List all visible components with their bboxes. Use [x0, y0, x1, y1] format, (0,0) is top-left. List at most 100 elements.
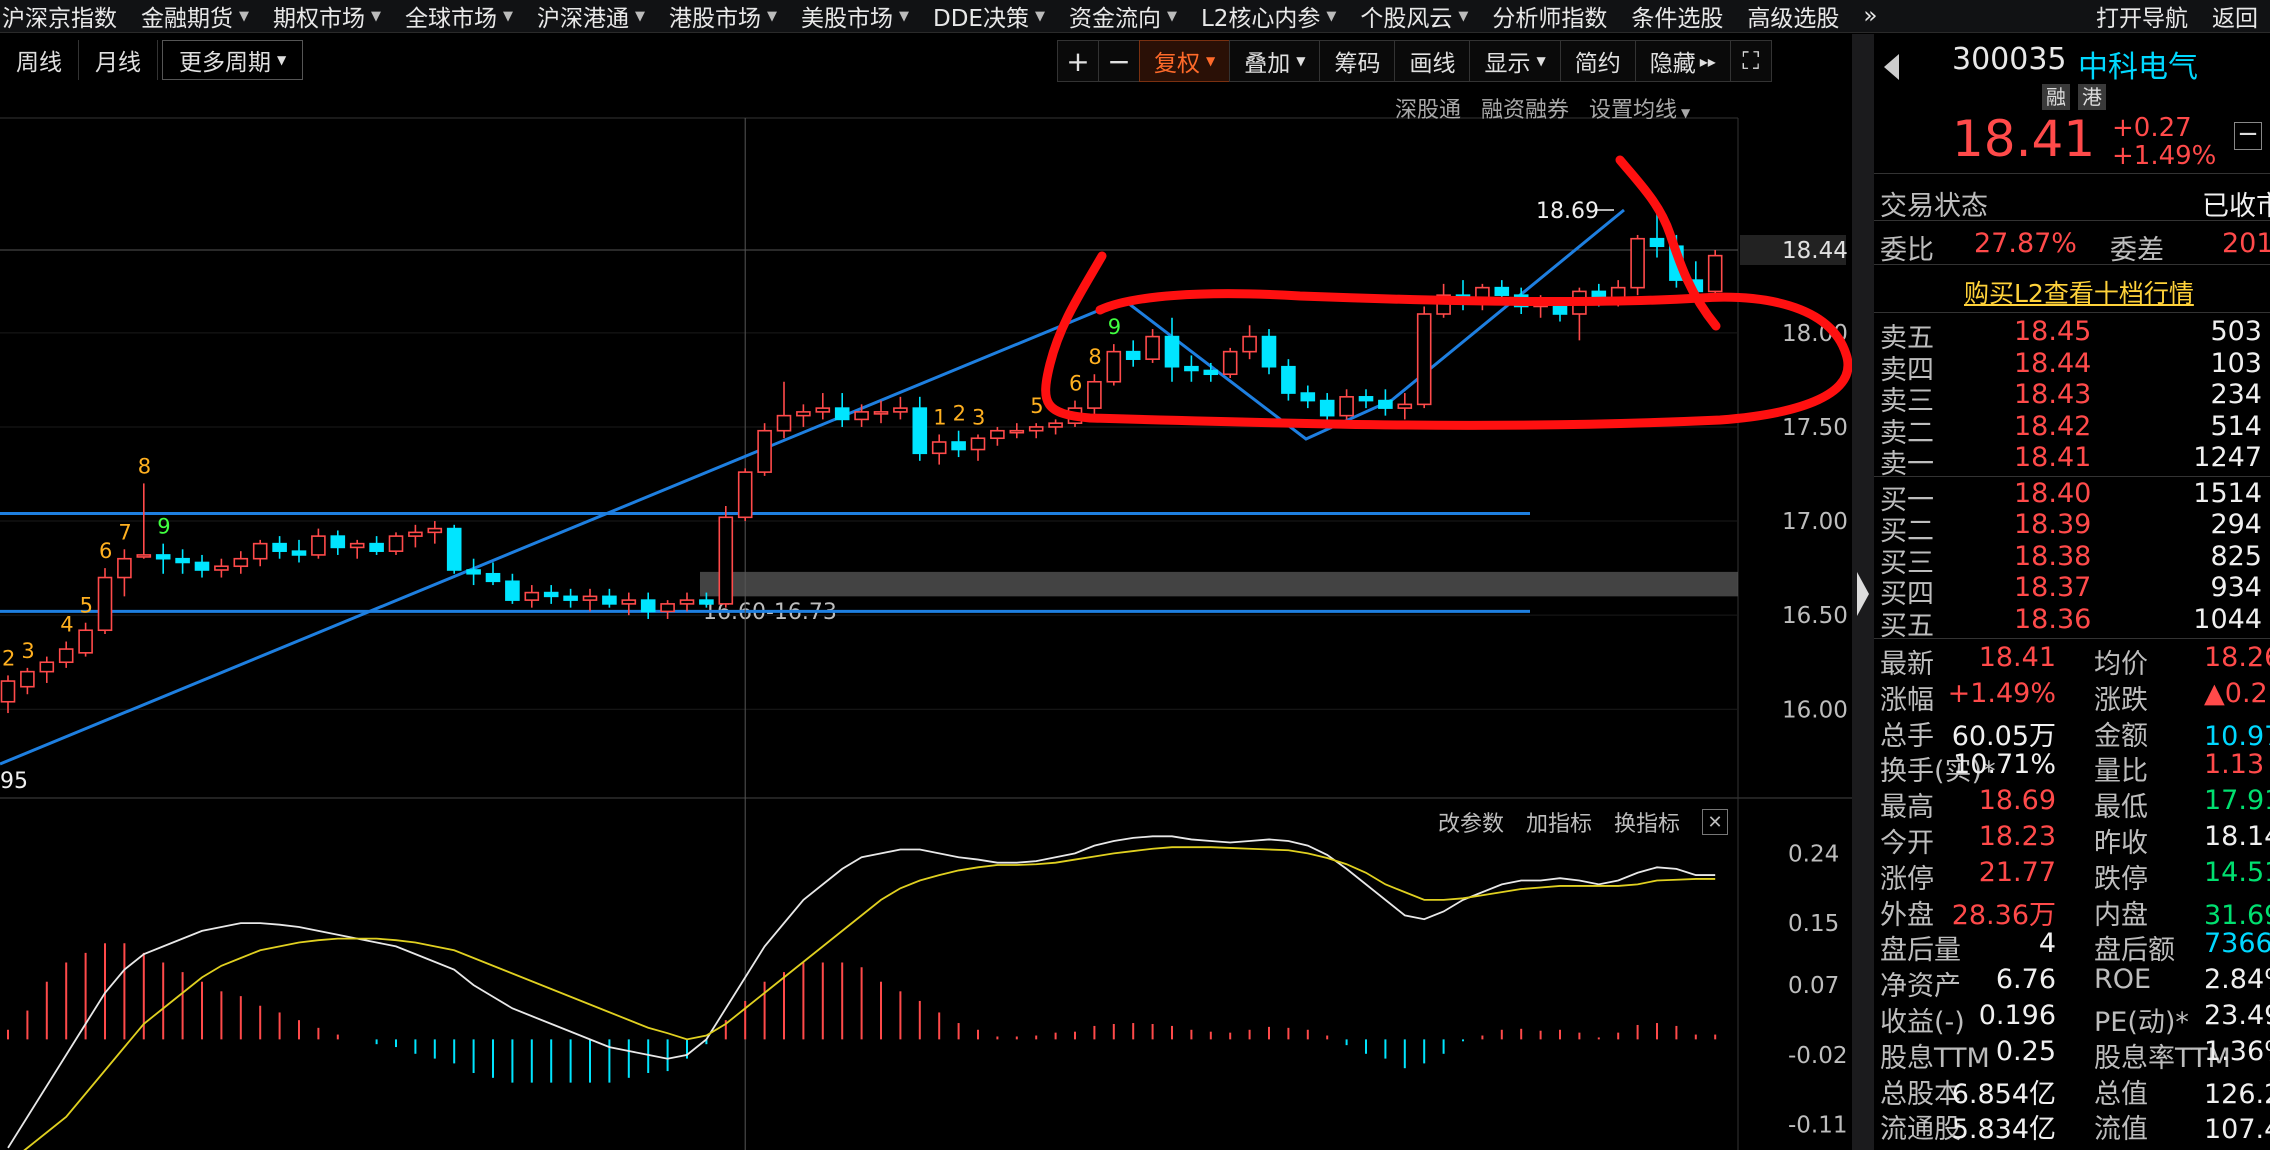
menu-item[interactable]: DDE决策 ▼: [921, 0, 1057, 32]
stock-name[interactable]: 中科电气: [2078, 42, 2198, 86]
candle: [1339, 389, 1354, 420]
menu-item[interactable]: 沪深港通 ▼: [525, 0, 657, 32]
menu-more-icon[interactable]: »: [1851, 3, 1889, 29]
simple-mode-button[interactable]: 简约: [1559, 40, 1636, 82]
level-price: 18.40: [2014, 477, 2092, 509]
menu-item[interactable]: 美股市场 ▼: [789, 0, 921, 32]
chevron-down-icon: ▼: [1206, 54, 1216, 68]
fuquan-label: 复权: [1154, 51, 1200, 77]
kline-chart[interactable]: 18.4418.0017.5017.0016.5016.0016.60-16.7…: [0, 34, 1852, 1150]
stat-label: 总手: [1880, 720, 1934, 752]
edit-params-button[interactable]: 改参数: [1438, 806, 1504, 838]
stat-value: 5.834亿: [1951, 1114, 2056, 1146]
collapse-button[interactable]: −: [2234, 121, 2262, 150]
menu-item[interactable]: L2核心内参 ▼: [1189, 0, 1348, 32]
candle: [1300, 385, 1316, 409]
macd-tick-label: 0.15: [1788, 911, 1839, 937]
quote-header: 300035 中科电气 融 港 18.41 +0.27 +1.49% −: [1874, 34, 2270, 174]
stat-value: 18.26: [2204, 642, 2270, 673]
chips-button[interactable]: 筹码: [1319, 40, 1396, 82]
candle: [776, 381, 792, 439]
back-button[interactable]: 返回: [2200, 0, 2270, 32]
stat-row: 收益(-) 0.196 PE(动)* 23.49: [1874, 1000, 2270, 1038]
stat-value: 126.2亿: [2204, 1078, 2270, 1110]
level-label: 买五: [1880, 610, 1934, 642]
menu-item[interactable]: 条件选股: [1619, 0, 1735, 32]
display-dropdown[interactable]: 显示 ▼: [1469, 40, 1561, 82]
chevron-down-icon: ▼: [239, 8, 249, 24]
fuquan-dropdown[interactable]: 复权 ▼: [1139, 40, 1231, 82]
sequence-label: 8: [138, 454, 151, 478]
draw-line-button[interactable]: 画线: [1394, 40, 1471, 82]
menu-item-label: 金融期货: [141, 6, 233, 32]
buy-l2-link[interactable]: 购买L2查看十档行情: [1964, 274, 2194, 310]
overlay-dropdown[interactable]: 叠加 ▼: [1229, 40, 1321, 82]
menu-item[interactable]: 分析师指数: [1480, 0, 1619, 32]
add-indicator-button[interactable]: 加指标: [1526, 806, 1592, 838]
chart-panel: 18.44 18.00 17.50 17.00 16.50 16.00 16.60-16.7…: [0, 34, 1852, 1150]
collapse-arrow-icon[interactable]: [1857, 572, 1869, 616]
link-shengutong[interactable]: 深股通: [1395, 92, 1461, 124]
stat-label: 净资产: [1880, 971, 1961, 1003]
menu-item[interactable]: 沪深京指数: [0, 0, 129, 32]
stat-row: 换手(实)* 10.71% 量比 1.13: [1874, 749, 2270, 787]
change-percent: +1.49%: [2112, 141, 2217, 171]
stat-label: ROE: [2094, 964, 2152, 996]
menu-item[interactable]: 高级选股: [1735, 0, 1851, 32]
stat-value: 107.4亿: [2204, 1114, 2270, 1146]
open-nav-button[interactable]: 打开导航: [2084, 0, 2200, 32]
menu-item-label: L2核心内参: [1200, 6, 1321, 32]
stat-row: 外盘 28.36万 内盘 31.69万: [1874, 893, 2270, 931]
close-icon[interactable]: ✕: [1702, 809, 1729, 835]
stat-row: 盘后量 4 盘后额 7366: [1874, 928, 2270, 966]
chart-toolbar: + − 复权 ▼ 叠加 ▼ 筹码 画线 显示 ▼ 简约 隐藏 ▸▸ ⛶: [1057, 40, 1772, 82]
stat-row: 涨幅 +1.49% 涨跌 ▲0.27: [1874, 677, 2270, 716]
hide-button[interactable]: 隐藏 ▸▸: [1634, 40, 1731, 82]
stat-row: 今开 18.23 昨收 18.14: [1874, 821, 2270, 859]
panel-splitter[interactable]: [1852, 34, 1874, 1150]
candle: [485, 562, 501, 586]
link-set-ma[interactable]: 设置均线 ▼: [1589, 92, 1690, 124]
level-volume: 825: [2210, 540, 2262, 572]
price-tick-label: 18.44: [1782, 238, 1848, 264]
level-volume: 1044: [2193, 603, 2262, 635]
more-periods-label: 更多周期: [179, 50, 271, 76]
menu-item[interactable]: 港股市场 ▼: [657, 0, 789, 32]
stat-value: 2.84%: [2204, 964, 2270, 996]
candle: [1242, 325, 1257, 360]
stat-value: 1.13: [2204, 749, 2265, 781]
price-change: +0.27 +1.49%: [2112, 114, 2216, 170]
top-menu-bar: 沪深京指数 金融期货 ▼ 期权市场 ▼ 全球市场 ▼ 沪深港通 ▼ 港股市场 ▼ 美股市场 ▼ DDE决策…: [0, 0, 2270, 33]
zoom-in-button[interactable]: +: [1057, 40, 1099, 82]
menu-item[interactable]: 期权市场 ▼: [261, 0, 393, 32]
switch-indicator-button[interactable]: 换指标: [1614, 806, 1680, 838]
stat-label: 股息TTM: [1880, 1042, 1990, 1074]
overlay-label: 叠加: [1244, 51, 1291, 77]
hk-connect-tag: 港: [2078, 84, 2106, 110]
stat-value: 6.76: [1995, 964, 2056, 996]
stat-value: ▲0.27: [2204, 677, 2270, 709]
candle: [1261, 329, 1277, 375]
macd-tick-label: -0.11: [1788, 1113, 1848, 1139]
chart-links: 深股通 融资融券 设置均线 ▼: [1395, 92, 1690, 124]
menu-item[interactable]: 个股风云 ▼: [1348, 0, 1480, 32]
zoom-out-button[interactable]: −: [1098, 40, 1140, 82]
link-margin-trading[interactable]: 融资融券: [1481, 92, 1569, 124]
stat-row: 股息TTM0.25股息率TTM1.36%: [1874, 1036, 2270, 1074]
stat-label: 收益(-): [1880, 1007, 1965, 1038]
sequence-label: 9: [1108, 315, 1121, 339]
level-price: 18.44: [2014, 347, 2092, 379]
stat-label: 最高: [1880, 792, 1934, 824]
candle: [369, 536, 384, 555]
menu-item[interactable]: 金融期货 ▼: [129, 0, 261, 32]
fullscreen-icon[interactable]: ⛶: [1729, 40, 1772, 82]
more-periods-dropdown[interactable]: 更多周期 ▼: [162, 40, 304, 80]
period-month[interactable]: 月线: [79, 40, 158, 80]
level-price: 18.42: [2014, 410, 2092, 442]
candle: [388, 532, 404, 555]
menu-item[interactable]: 全球市场 ▼: [393, 0, 525, 32]
back-arrow-icon[interactable]: [1884, 54, 1899, 80]
sequence-label: 6: [99, 539, 112, 563]
menu-item[interactable]: 资金流向 ▼: [1057, 0, 1189, 32]
period-week[interactable]: 周线: [0, 40, 79, 80]
